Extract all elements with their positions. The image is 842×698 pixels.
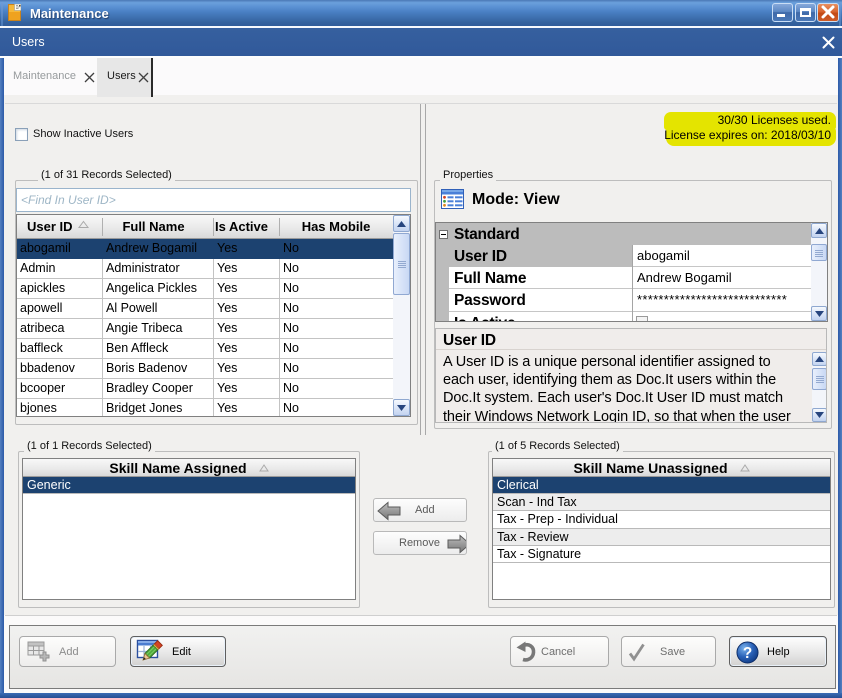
svg-text:?: ? (743, 645, 752, 662)
